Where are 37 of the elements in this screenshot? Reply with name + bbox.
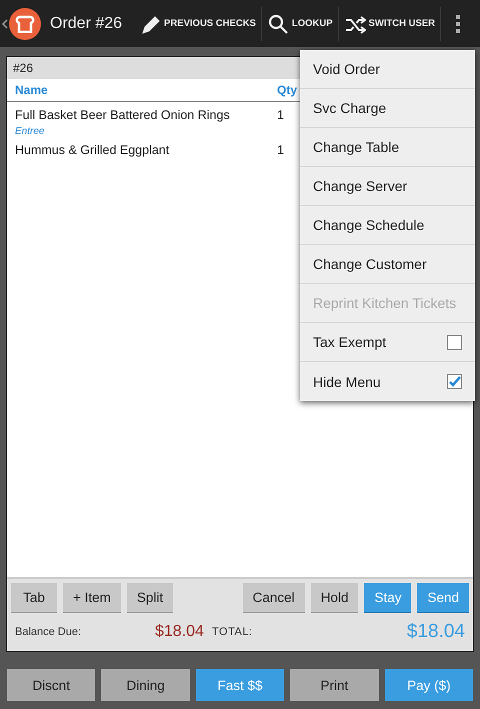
action-button[interactable]: Cancel xyxy=(242,583,305,613)
category-label: Entree xyxy=(14,125,46,137)
action-button[interactable]: Split xyxy=(126,583,174,613)
total-amount: $18.04 xyxy=(406,621,465,643)
total-label: TOTAL: xyxy=(212,626,252,638)
menu-item[interactable]: Change Schedule xyxy=(300,206,475,245)
checkbox[interactable] xyxy=(447,334,462,350)
toolbar-button[interactable]: LOOKUP xyxy=(262,6,339,40)
menu-item[interactable]: Change Server xyxy=(300,167,475,206)
balance-label: Balance Due: xyxy=(15,626,82,638)
action-button[interactable]: + Item xyxy=(63,583,121,613)
bottom-button[interactable]: Discnt xyxy=(7,669,96,701)
more-icon[interactable] xyxy=(456,14,460,32)
checkbox[interactable] xyxy=(447,374,462,389)
bottom-button[interactable]: Print xyxy=(290,669,379,701)
toolbar-button[interactable]: PREVIOUS CHECKS xyxy=(134,6,262,40)
item-name: Full Basket Beer Battered Onion Rings xyxy=(15,108,231,122)
bottom-button[interactable]: Dining xyxy=(101,669,190,701)
column-header: Qty xyxy=(277,83,298,97)
balance-amount: $18.04 xyxy=(155,623,205,641)
item-name: Hummus & Grilled Eggplant xyxy=(15,143,170,157)
bread-logo-icon[interactable] xyxy=(9,8,41,40)
search-icon xyxy=(266,12,289,34)
menu-item[interactable]: Svc Charge xyxy=(300,89,475,128)
back-icon[interactable] xyxy=(1,18,9,28)
menu-item[interactable]: Hide Menu xyxy=(313,374,381,390)
action-button[interactable]: Hold xyxy=(310,583,358,613)
item-qty: 1 xyxy=(277,143,284,157)
column-header: Name xyxy=(15,83,49,97)
menu-item[interactable]: Change Customer xyxy=(300,245,475,284)
action-button[interactable]: Tab xyxy=(11,583,57,613)
menu-item[interactable]: Change Table xyxy=(300,128,475,167)
toolbar-button[interactable]: SWITCH USER xyxy=(338,6,442,40)
menu-item[interactable]: Tax Exempt xyxy=(313,334,386,350)
order-title: Order #26 xyxy=(50,14,122,32)
item-qty: 1 xyxy=(277,108,284,122)
menu-item[interactable]: Void Order xyxy=(300,50,475,89)
